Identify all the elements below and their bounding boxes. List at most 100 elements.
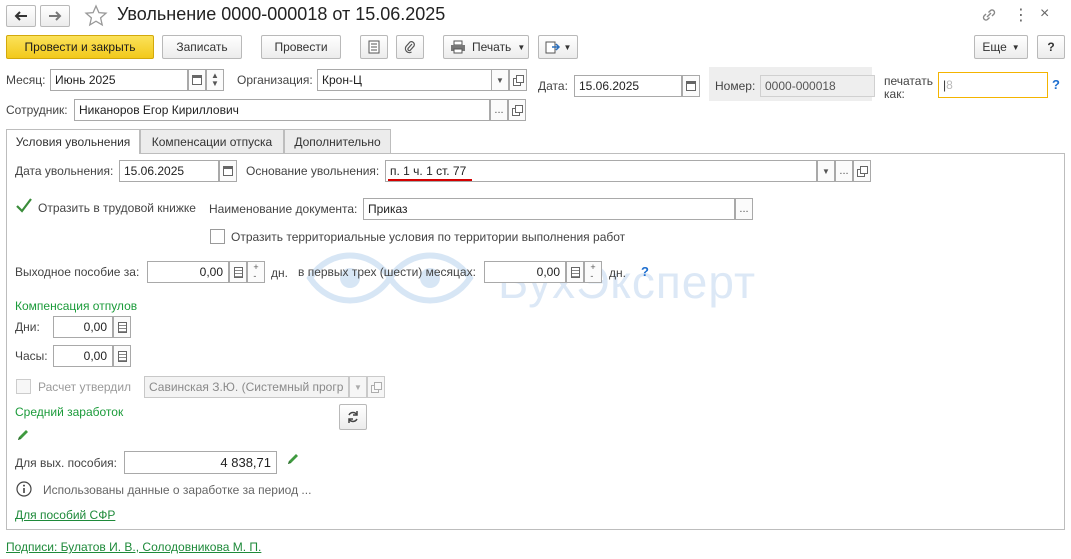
month-label: Месяц: <box>6 73 46 87</box>
approved-open-button[interactable] <box>367 376 385 398</box>
compensation-section-header: Компенсация отпулов <box>15 299 138 313</box>
month-field[interactable]: Июнь 2025 <box>50 69 188 91</box>
workbook-checkbox-label: Отразить в трудовой книжке <box>38 201 196 215</box>
organization-open-button[interactable] <box>509 69 527 91</box>
dismissal-date-label: Дата увольнения: <box>15 164 114 178</box>
calendar-icon <box>223 166 233 176</box>
days-field[interactable]: 0,00 <box>53 316 113 338</box>
severance-label: Выходное пособие за: <box>15 265 140 279</box>
more-label: Еще <box>982 40 1007 54</box>
close-icon[interactable]: × <box>1040 5 1049 23</box>
open-icon <box>371 382 382 393</box>
number-label: Номер: <box>715 79 756 93</box>
approved-field[interactable]: Савинская З.Ю. (Системный прогр <box>144 376 349 398</box>
refresh-button[interactable] <box>339 404 367 430</box>
chevron-down-icon: ▼ <box>563 42 572 52</box>
sfr-benefits-link[interactable]: Для пособий СФР <box>15 508 115 522</box>
severance-help-icon[interactable]: ? <box>641 264 649 279</box>
edit-pencil-icon[interactable] <box>286 452 300 466</box>
tab-additional[interactable]: Дополнительно <box>284 129 391 153</box>
help-button[interactable]: ? <box>1037 35 1065 59</box>
info-text: Использованы данные о заработке за перио… <box>43 483 312 497</box>
severance-stepper[interactable]: + - <box>247 261 265 283</box>
forward-button[interactable] <box>40 5 70 27</box>
open-icon <box>512 105 523 116</box>
month-stepper[interactable]: ▲ ▼ <box>206 69 224 91</box>
first-months-label: в первых трех (шести) месяцах: <box>298 265 476 279</box>
dismissal-basis-label: Основание увольнения: <box>246 164 380 178</box>
basis-select-button[interactable]: ... <box>835 160 853 182</box>
employee-select-button[interactable]: ... <box>490 99 508 121</box>
hours-calculator-button[interactable] <box>113 345 131 367</box>
approved-checkbox[interactable] <box>16 379 31 394</box>
date-field[interactable]: 15.06.2025 <box>574 75 682 97</box>
arrow-left-icon <box>14 11 27 21</box>
calculator-icon <box>570 266 580 278</box>
more-button[interactable]: Еще ▼ <box>974 35 1028 59</box>
avg-earnings-section-header: Средний заработок <box>15 405 124 419</box>
checkmark-icon <box>16 198 32 213</box>
dismissal-date-field[interactable]: 15.06.2025 <box>119 160 219 182</box>
severance-avg-field[interactable]: 4 838,71 <box>124 451 277 474</box>
doc-name-field[interactable]: Приказ <box>363 198 735 220</box>
doc-name-select-button[interactable]: ... <box>735 198 753 220</box>
hours-label: Часы: <box>15 349 48 363</box>
print-as-help-icon[interactable]: ? <box>1052 77 1060 92</box>
workbook-checkbox[interactable] <box>15 197 33 215</box>
number-field[interactable]: 0000-000018 <box>760 75 875 97</box>
doc-name-label: Наименование документа: <box>209 202 358 216</box>
employee-field[interactable]: Никаноров Егор Кириллович <box>74 99 490 121</box>
watermark-logo-icon <box>290 238 490 321</box>
hours-field[interactable]: 0,00 <box>53 345 113 367</box>
date-calendar-button[interactable] <box>682 75 700 97</box>
print-as-label: печатать как: <box>884 74 933 101</box>
menu-dots-icon[interactable]: ⋮ <box>1013 5 1029 25</box>
approved-dropdown-button[interactable]: ▼ <box>349 376 367 398</box>
edit-pencil-icon[interactable] <box>16 428 30 442</box>
post-and-close-button[interactable]: Провести и закрыть <box>6 35 154 59</box>
tab-vacation-compensation[interactable]: Компенсации отпуска <box>140 129 284 153</box>
chevron-down-icon: ▼ <box>496 75 504 85</box>
basis-dropdown-button[interactable]: ▼ <box>817 160 835 182</box>
approved-label: Расчет утвердил <box>38 380 132 394</box>
basis-open-button[interactable] <box>853 160 871 182</box>
attach-button[interactable] <box>396 35 424 59</box>
tab-dismissal-conditions[interactable]: Условия увольнения <box>6 129 140 154</box>
chevron-down-icon: ▼ <box>822 166 830 176</box>
window-title: Увольнение 0000-000018 от 15.06.2025 <box>117 4 446 24</box>
days-calculator-button[interactable] <box>113 316 131 338</box>
territorial-checkbox[interactable] <box>210 229 225 244</box>
print-button[interactable]: Печать ▼ <box>443 35 529 59</box>
first-months-unit: дн. <box>609 266 626 280</box>
first-months-field[interactable]: 0,00 <box>484 261 566 283</box>
arrow-right-icon <box>49 11 62 21</box>
organization-field[interactable]: Крон-Ц <box>317 69 492 91</box>
employee-open-button[interactable] <box>508 99 526 121</box>
link-icon[interactable] <box>980 6 998 27</box>
create-based-on-button[interactable]: ▼ <box>538 35 578 59</box>
chevron-down-icon: ▼ <box>517 42 526 52</box>
print-as-placeholder: 8 <box>946 78 953 92</box>
save-button[interactable]: Записать <box>162 35 242 59</box>
open-icon <box>513 75 524 86</box>
back-button[interactable] <box>6 5 36 27</box>
print-label: Печать <box>472 40 512 54</box>
first-months-stepper[interactable]: + - <box>584 261 602 283</box>
dismissal-date-calendar-button[interactable] <box>219 160 237 182</box>
days-label: Дни: <box>15 320 40 334</box>
report-button[interactable] <box>360 35 388 59</box>
date-label: Дата: <box>538 79 568 93</box>
signatures-link[interactable]: Подписи: Булатов И. В., Солодовникова М.… <box>6 540 261 554</box>
severance-field[interactable]: 0,00 <box>147 261 229 283</box>
post-button[interactable]: Провести <box>261 35 341 59</box>
month-calendar-button[interactable] <box>188 69 206 91</box>
print-as-field[interactable]: |8 <box>938 72 1048 98</box>
severance-calculator-button[interactable] <box>229 261 247 283</box>
organization-dropdown-button[interactable]: ▼ <box>491 69 509 91</box>
calculator-icon <box>233 266 243 278</box>
territorial-checkbox-label: Отразить территориальные условия по терр… <box>231 230 626 244</box>
calculator-icon <box>117 321 127 333</box>
first-months-calculator-button[interactable] <box>566 261 584 283</box>
favorite-star-icon[interactable] <box>84 4 108 31</box>
printer-icon <box>451 40 465 54</box>
